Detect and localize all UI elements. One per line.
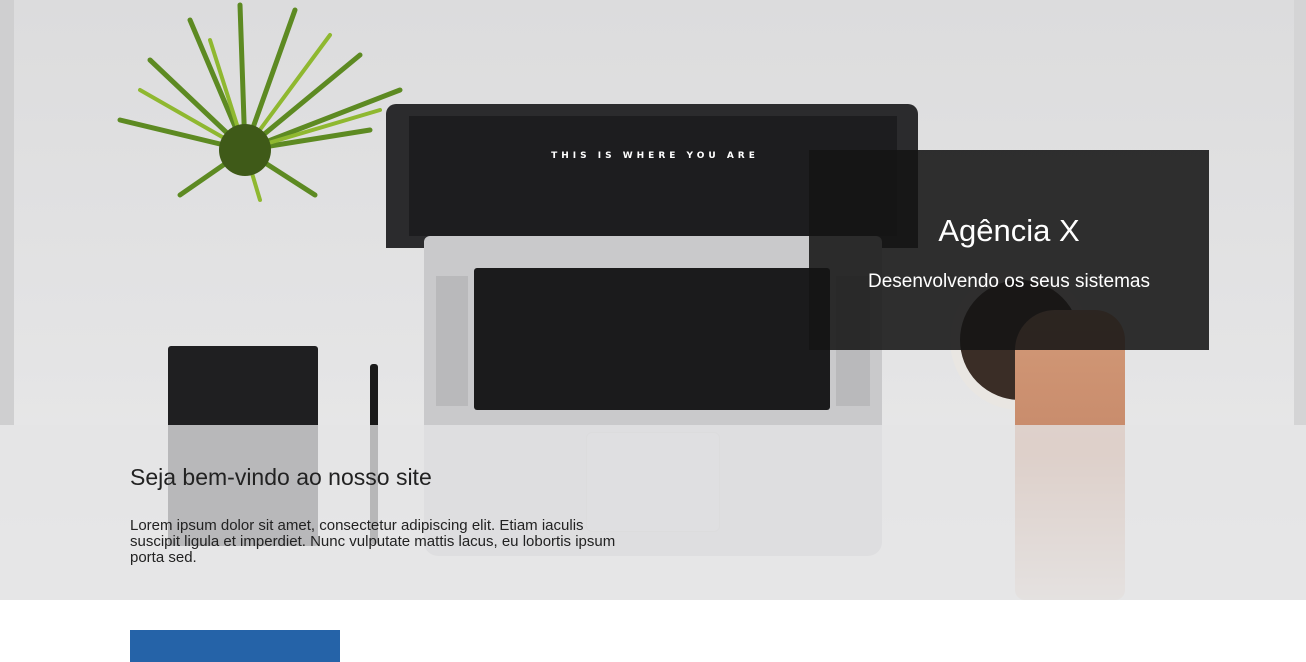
banner-subtitle: Desenvolvendo os seus sistemas (868, 271, 1150, 292)
hero-left-edge (0, 0, 14, 425)
laptop-speaker-left (436, 276, 468, 406)
hero-right-edge (1294, 0, 1306, 425)
laptop-keyboard (474, 268, 830, 410)
banner-title: Agência X (938, 213, 1080, 248)
hero-section: THIS IS WHERE YOU ARE Agência X Desenvol… (0, 0, 1306, 600)
laptop-screen-text: THIS IS WHERE YOU ARE (551, 151, 759, 161)
welcome-text: Lorem ipsum dolor sit amet, consectetur … (130, 517, 616, 566)
hero-banner: Agência X Desenvolvendo os seus sistemas (809, 150, 1209, 350)
welcome-title: Seja bem-vindo ao nosso site (130, 464, 432, 490)
primary-button[interactable] (130, 630, 340, 662)
plant-image (117, 2, 403, 202)
welcome-strip (0, 425, 1306, 600)
